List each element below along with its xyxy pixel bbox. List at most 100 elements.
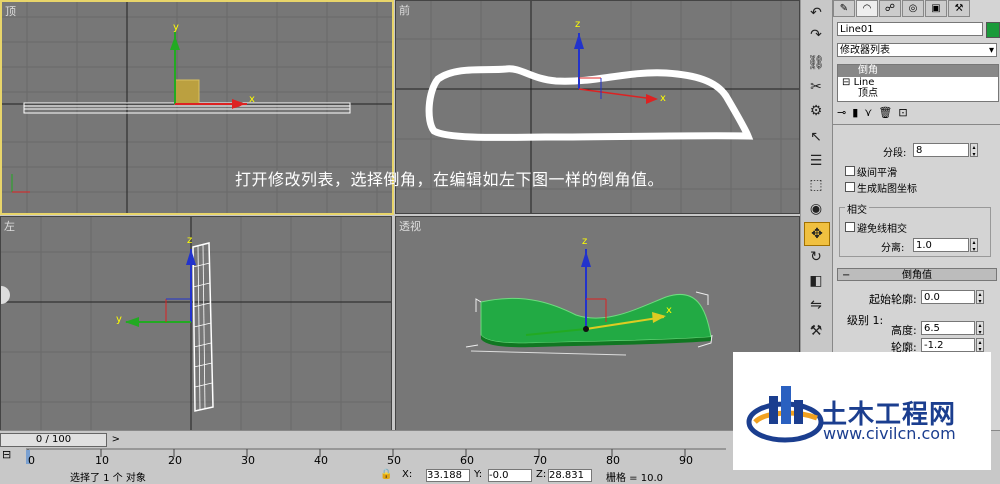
x-coord-field[interactable]: 33.188 — [426, 469, 470, 482]
tick-label: 70 — [533, 454, 547, 467]
move-icon[interactable]: ✥ — [804, 222, 830, 246]
stack-toolbar: ⊸ ▮ ⋎ 🗑 ⊡ — [837, 106, 997, 120]
modifier-stack: 倒角 ⊟ Line 顶点 — [837, 64, 999, 102]
mirror-icon[interactable]: ⇋ — [804, 294, 828, 316]
stack-item-line[interactable]: ⊟ Line — [838, 77, 998, 88]
viewport-left-label: 左 — [4, 220, 15, 233]
viewport-top-label: 顶 — [5, 5, 16, 18]
segments-spinner[interactable]: ▴ ▾ — [970, 143, 978, 158]
tick-label: 90 — [679, 454, 693, 467]
lock-icon[interactable]: 🔒 — [380, 469, 392, 480]
rotate-icon[interactable]: ↻ — [804, 246, 828, 268]
civilcn-logo-icon — [746, 386, 824, 443]
viewport-left[interactable]: 左 z y — [0, 216, 392, 431]
y-coord-label: Y: — [474, 469, 483, 480]
axis-z-label: z — [187, 235, 193, 246]
create-tab-icon[interactable]: ✎ — [833, 0, 855, 17]
scale-icon[interactable]: ◧ — [804, 270, 828, 292]
separation-label: 分离: — [881, 243, 905, 254]
bevel-object — [480, 293, 712, 344]
collapse-icon: − — [842, 270, 851, 281]
tick-label: 60 — [460, 454, 474, 467]
gen-map-coords-label: 生成贴图坐标 — [857, 184, 917, 195]
axis-x-label: x — [249, 94, 255, 105]
watermark: 土木工程网 www.civilcn.com — [733, 352, 991, 470]
bind-icon[interactable]: ⚙ — [804, 100, 828, 122]
motion-tab-icon[interactable]: ◎ — [902, 0, 924, 17]
viewport-left-canvas — [1, 217, 391, 430]
watermark-url: www.civilcn.com — [823, 424, 956, 443]
undo-icon[interactable]: ↶ — [804, 2, 828, 24]
x-coord-label: X: — [402, 469, 413, 480]
select-region-icon[interactable]: ⬚ — [804, 174, 828, 196]
segments-field[interactable]: 8 — [913, 143, 969, 157]
modifier-list-label: 修改器列表 — [840, 45, 890, 56]
unlink-icon[interactable]: ✂ — [804, 76, 828, 98]
viewport-front-label: 前 — [399, 4, 410, 17]
time-slider[interactable]: 0 / 100 > — [0, 433, 120, 447]
timeline-ruler[interactable] — [26, 447, 726, 467]
hierarchy-tab-icon[interactable]: ☍ — [879, 0, 901, 17]
viewport-perspective-label: 透视 — [399, 220, 421, 233]
key-mode-icon[interactable]: ⊟ — [2, 448, 11, 461]
height-spinner[interactable]: ▴ ▾ — [976, 321, 984, 336]
axis-y-label: y — [116, 314, 122, 325]
redo-icon[interactable]: ↷ — [804, 24, 828, 46]
tick-label: 30 — [241, 454, 255, 467]
link-icon[interactable]: ⛓ — [804, 52, 828, 74]
display-tab-icon[interactable]: ▣ — [925, 0, 947, 17]
select-icon[interactable]: ↖ — [804, 126, 828, 148]
make-unique-icon[interactable]: ⋎ — [864, 106, 872, 120]
z-coord-field[interactable]: 28.831 — [548, 469, 592, 482]
height-label: 高度: — [891, 324, 917, 337]
axis-y-label: y — [173, 22, 179, 33]
height-field[interactable]: 6.5 — [921, 321, 975, 335]
tick-label: 10 — [95, 454, 109, 467]
snap-icon[interactable]: ⚒ — [804, 320, 828, 342]
level1-label: 级别 1: — [847, 314, 884, 327]
outline-spinner[interactable]: ▴ ▾ — [976, 338, 984, 353]
next-frame-icon[interactable]: > — [112, 434, 120, 446]
z-coord-label: Z: — [536, 469, 547, 480]
axis-x-label: x — [666, 305, 672, 316]
axis-z-label: z — [575, 19, 581, 30]
outline-field[interactable]: -1.2 — [921, 338, 975, 352]
tick-label: 40 — [314, 454, 328, 467]
avoid-intersect-label: 避免线相交 — [857, 224, 907, 235]
separation-field[interactable]: 1.0 — [913, 238, 969, 252]
y-coord-field[interactable]: -0.0 — [488, 469, 532, 482]
start-outline-field[interactable]: 0.0 — [921, 290, 975, 304]
gen-map-coords-checkbox[interactable] — [845, 182, 855, 192]
shape-front-view — [425, 65, 754, 141]
level-smooth-checkbox[interactable] — [845, 166, 855, 176]
modify-tab-icon[interactable]: ◠ — [856, 0, 878, 17]
separation-spinner[interactable]: ▴ ▾ — [970, 238, 978, 253]
pin-stack-icon[interactable]: ⊸ — [837, 106, 846, 120]
window-crossing-icon[interactable]: ◉ — [804, 198, 828, 220]
utilities-tab-icon[interactable]: ⚒ — [948, 0, 970, 17]
command-panel-tabs: ✎ ◠ ☍ ◎ ▣ ⚒ — [833, 0, 1000, 17]
chevron-down-icon: ▾ — [988, 45, 994, 56]
modifier-list-dropdown[interactable]: 修改器列表 ▾ — [837, 43, 997, 57]
axis-x-label: x — [660, 93, 666, 104]
configure-sets-icon[interactable]: ⊡ — [898, 106, 907, 120]
segments-label: 分段: — [883, 148, 907, 159]
avoid-intersect-checkbox[interactable] — [845, 222, 855, 232]
object-name-field[interactable]: Line01 — [837, 22, 983, 36]
bevel-values-rollout-header[interactable]: 倒角值 − — [837, 268, 997, 281]
stack-item-vertex[interactable]: 顶点 — [838, 88, 998, 99]
level-smooth-label: 级间平滑 — [857, 168, 897, 179]
show-end-result-icon[interactable]: ▮ — [852, 106, 858, 120]
start-outline-spinner[interactable]: ▴ ▾ — [976, 290, 984, 305]
stack-item-bevel[interactable]: 倒角 — [838, 65, 998, 77]
start-outline-label: 起始轮廓: — [869, 293, 917, 306]
select-name-icon[interactable]: ☰ — [804, 150, 828, 172]
tick-label: 80 — [606, 454, 620, 467]
intersect-group-label: 相交 — [845, 201, 869, 216]
tick-label: 50 — [387, 454, 401, 467]
gizmo-plane — [174, 79, 200, 105]
remove-modifier-icon[interactable]: 🗑 — [878, 106, 892, 120]
axis-z-label: z — [582, 236, 588, 247]
instruction-overlay-text: 打开修改列表，选择倒角，在编辑如左下图一样的倒角值。 — [235, 170, 665, 189]
object-color-swatch[interactable] — [986, 22, 1000, 38]
